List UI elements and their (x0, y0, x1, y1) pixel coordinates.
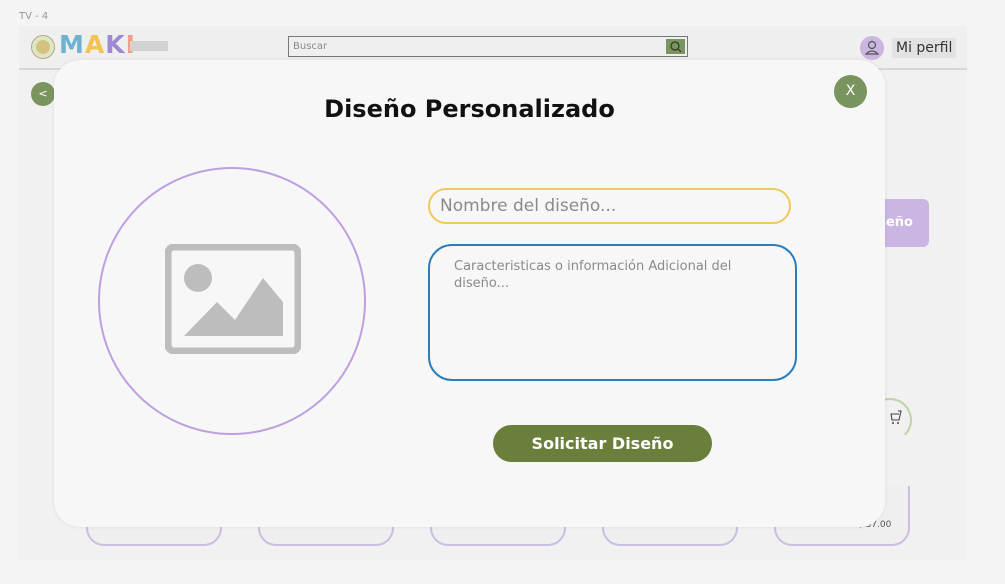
frame-label: TV - 4 (19, 11, 49, 22)
search-input[interactable] (293, 38, 653, 55)
design-description-input[interactable] (428, 244, 797, 381)
profile-link[interactable]: Mi perfil (892, 38, 957, 58)
search-bar (288, 36, 688, 57)
image-upload[interactable] (98, 167, 366, 435)
custom-design-modal: X Diseño Personalizado Solicitar Diseño (54, 60, 885, 527)
profile-avatar[interactable] (860, 36, 884, 60)
logo-icon (31, 35, 55, 59)
modal-title: Diseño Personalizado (324, 95, 615, 123)
image-placeholder-icon (165, 244, 301, 354)
logo[interactable]: MAKI (59, 30, 136, 59)
design-name-input[interactable] (428, 188, 791, 224)
logo-placeholder-bar (130, 41, 168, 51)
search-button[interactable] (666, 39, 685, 54)
search-icon (670, 41, 682, 53)
user-icon (864, 40, 880, 55)
back-button[interactable]: < (31, 82, 55, 106)
request-design-button[interactable]: Solicitar Diseño (493, 425, 712, 462)
